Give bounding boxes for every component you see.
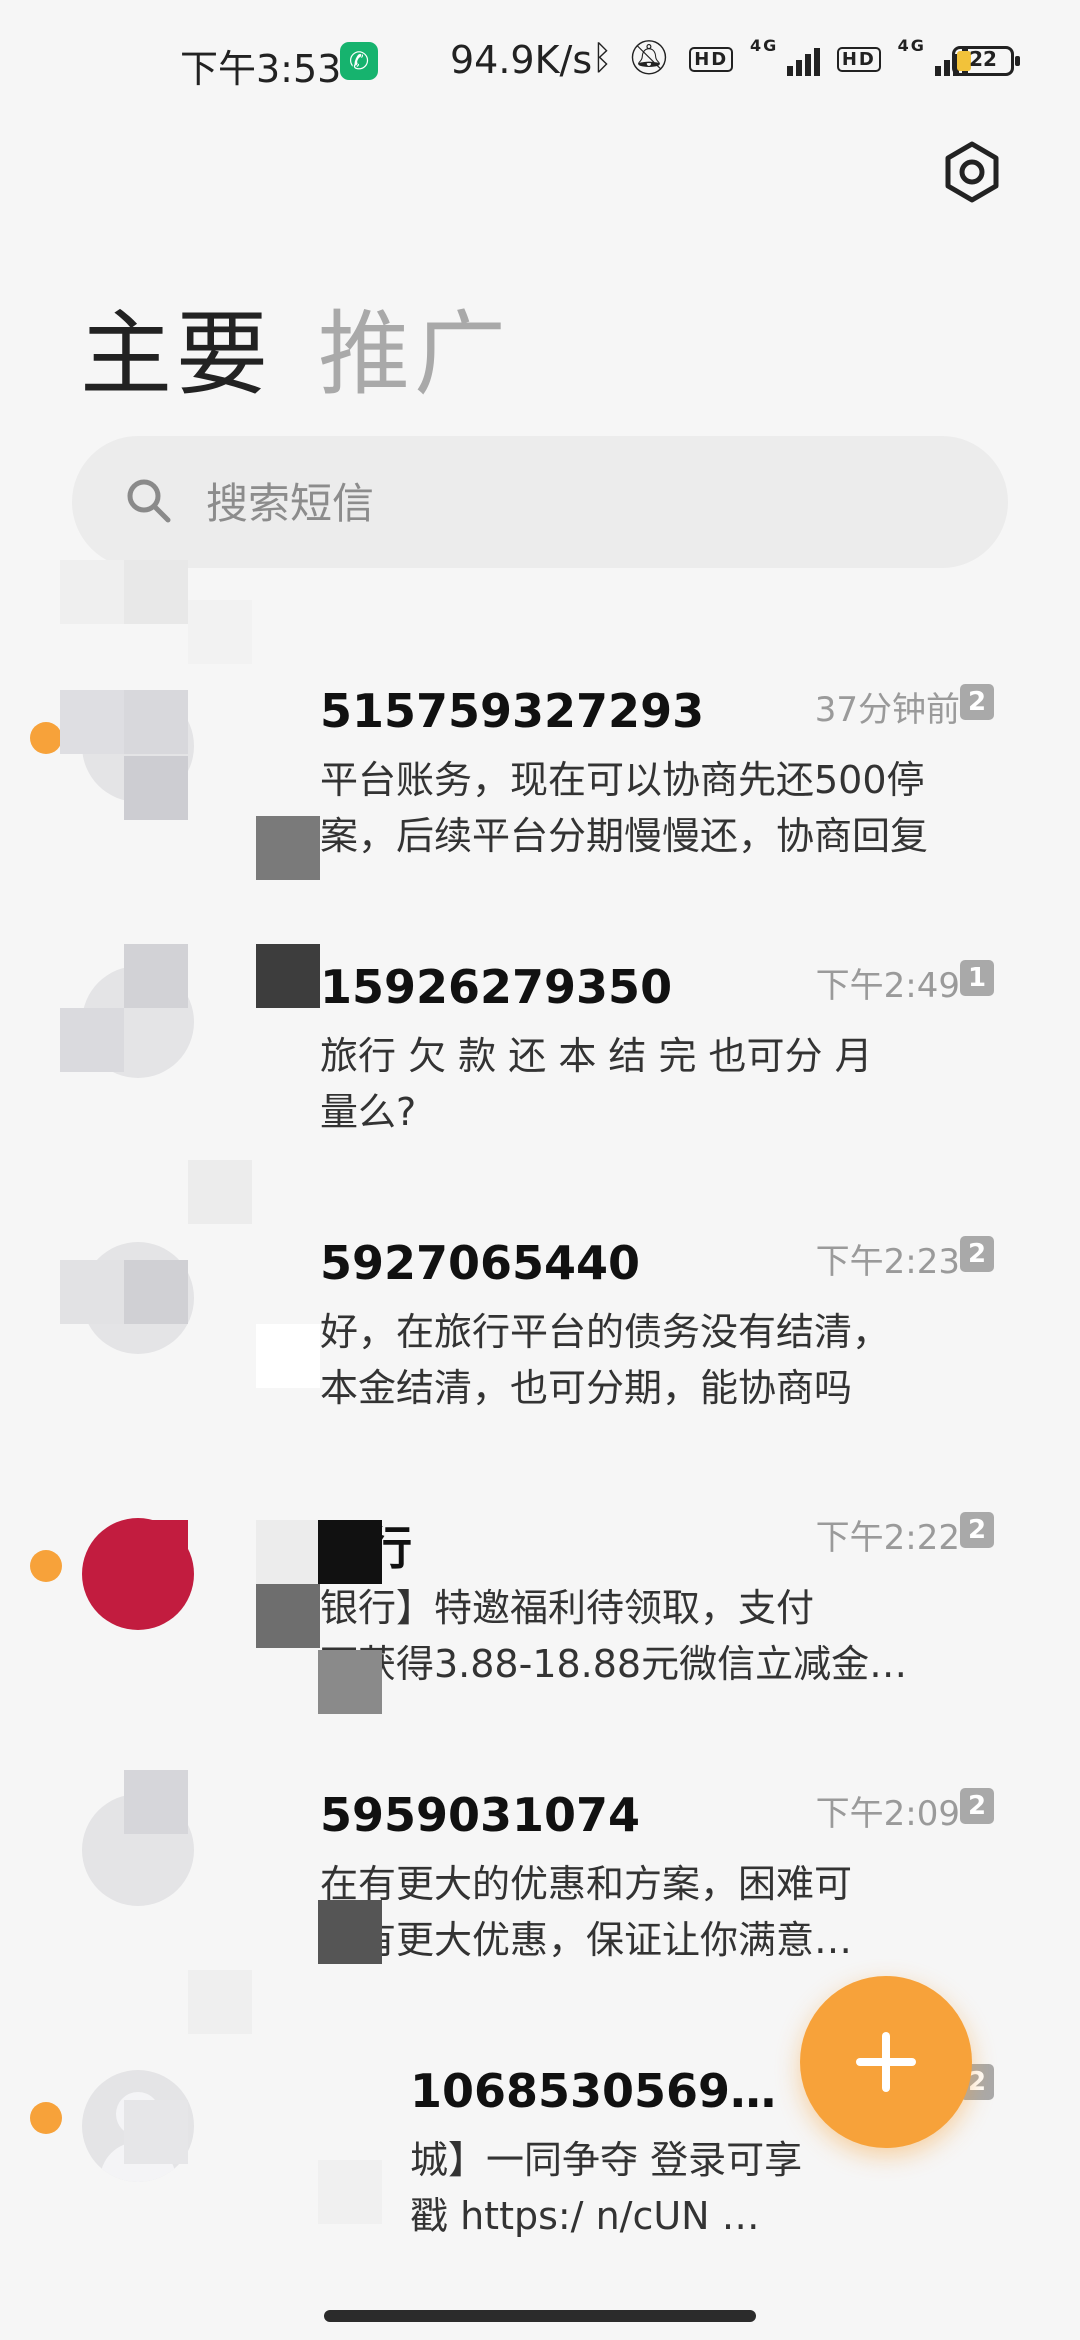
message-time: 下午2:09: [815, 1794, 960, 1834]
hd-icon: HD: [836, 47, 881, 72]
settings-icon[interactable]: [940, 140, 1004, 204]
conversation-item[interactable]: 银行 下午2:22 2 银行】特邀福利待领取，支付 可获得3.88-18.88元…: [0, 1468, 1080, 1744]
message-count-badge: 1: [960, 960, 994, 996]
avatar: [82, 690, 194, 802]
contact-name: 15926279350: [320, 960, 673, 1014]
message-count-badge: 2: [960, 1788, 994, 1824]
message-preview-line2: 案，后续平台分期慢慢还，协商回复: [320, 814, 929, 858]
status-icons: ᛒ 🔕︎ HD 4G HD 4G: [592, 36, 968, 80]
unread-dot: [30, 722, 62, 754]
message-preview-line2: 可获得3.88-18.88元微信立减金…: [320, 1642, 908, 1686]
message-preview-line2: 量么?: [320, 1090, 417, 1134]
conversation-item[interactable]: 5927065440 下午2:23 2 好，在旅行平台的债务没有结清， 本金结清…: [0, 1192, 1080, 1468]
message-preview-line1: 银行】特邀福利待领取，支付: [320, 1586, 815, 1630]
mute-icon: 🔕︎: [627, 38, 673, 78]
message-count-badge: 2: [960, 1236, 994, 1272]
message-preview-line2: 戳 https:/ n/cUN …: [410, 2194, 760, 2238]
message-preview-line1: 好，在旅行平台的债务没有结清，: [320, 1310, 891, 1354]
message-preview-line1: 旅行 欠 款 还 本 结 完 也可分 月: [320, 1034, 873, 1078]
status-time: 下午3:53: [180, 47, 342, 91]
message-time: 下午2:49: [815, 966, 960, 1006]
message-preview-line1: 平台账务，现在可以协商先还500停: [320, 758, 925, 802]
avatar: [82, 1242, 194, 1354]
avatar: [82, 966, 194, 1078]
hd-icon: HD: [689, 47, 734, 72]
battery-icon: 22: [952, 46, 1020, 76]
message-count-badge: 2: [960, 1512, 994, 1548]
search-icon: [127, 479, 171, 523]
message-preview-line1: 在有更大的优惠和方案，困难可: [320, 1862, 853, 1906]
home-indicator[interactable]: [324, 2310, 756, 2322]
contact-name: 银行: [320, 1521, 412, 1575]
search-input[interactable]: [204, 466, 948, 540]
tab-promotions[interactable]: 推广: [318, 280, 510, 413]
message-time: 37分钟前: [814, 690, 960, 730]
contact-name: 5927065440: [320, 1236, 641, 1290]
conversation-item[interactable]: 515759327293 37分钟前 2 平台账务，现在可以协商先还500停 案…: [0, 640, 1080, 916]
message-time: 下午2:22: [815, 1518, 960, 1558]
person-icon: [82, 2070, 194, 2182]
bank-logo-avatar: [82, 1518, 194, 1630]
avatar: [82, 1794, 194, 1906]
signal-icon: 4G: [750, 36, 821, 80]
bluetooth-icon: ᛒ: [592, 38, 615, 78]
status-bar: 下午3:53 ✆ 94.9K/s ᛒ 🔕︎ HD 4G HD 4G 22: [0, 0, 1080, 120]
contact-name: 515759327293: [320, 684, 705, 738]
contact-name: 5959031074: [320, 1788, 641, 1842]
conversation-item[interactable]: 5959031074 下午2:09 2 在有更大的优惠和方案，困难可 还有更大优…: [0, 1744, 1080, 2020]
compose-button[interactable]: [800, 1976, 972, 2148]
unread-dot: [30, 1550, 62, 1582]
message-count-badge: 2: [960, 684, 994, 720]
message-time: 下午2:23: [815, 1242, 960, 1282]
message-preview-line2: 还有更大优惠，保证让你满意…: [320, 1918, 853, 1962]
tab-primary[interactable]: 主要: [80, 280, 272, 413]
network-speed: 94.9K/s: [450, 38, 593, 82]
message-preview-line2: 本金结清，也可分期，能协商吗: [320, 1366, 853, 1410]
search-bar[interactable]: [72, 436, 1008, 568]
phone-icon: ✆: [340, 42, 378, 80]
unread-dot: [30, 2102, 62, 2134]
contact-name: 1068530569…: [410, 2064, 777, 2118]
conversation-item[interactable]: 15926279350 下午2:49 1 旅行 欠 款 还 本 结 完 也可分 …: [0, 916, 1080, 1192]
